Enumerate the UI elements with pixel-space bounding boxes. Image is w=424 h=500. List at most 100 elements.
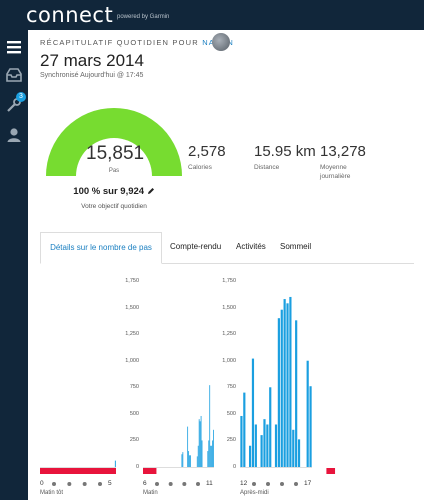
step-bar [190,455,191,467]
step-bar [209,385,211,467]
y-tick-label: 1,000 [222,357,236,364]
page-title: 27 mars 2014 [40,51,144,70]
step-bar [201,440,203,467]
notification-badge: 3 [16,92,26,102]
step-bar [114,460,116,467]
logo-tagline: powered by Garmin [117,14,170,20]
step-bar [207,451,209,467]
stat-calories: 2,578 Calories [188,143,226,172]
panel-name: Après-midi [240,490,269,496]
step-bar [188,451,190,467]
step-bar [196,456,198,467]
step-bar [292,429,295,467]
time-dot [155,482,159,486]
gauge-fill [46,107,182,176]
tab-bar: Détails sur le nombre de pas Compte-rend… [40,232,414,264]
time-dot [98,482,102,486]
step-bar [199,421,201,467]
step-bar [254,424,257,467]
y-tick-label: 1,500 [222,304,236,311]
goal-percent[interactable]: 100 % sur 9,924 [44,186,184,197]
inbox-icon[interactable] [5,66,23,84]
stat-value: 2,578 [188,143,226,160]
goal-text: 100 % sur 9,924 [73,186,145,197]
step-bar [277,318,280,467]
time-dot [280,482,284,486]
steps-unit: Pas [108,168,120,174]
inactivity-bar [326,468,336,474]
stat-daily-average: 13,278 Moyenne journalière [320,143,370,181]
connect-logo[interactable]: connect [26,3,113,27]
y-tick-label: 500 [129,410,139,417]
y-tick-label: 500 [226,410,236,417]
step-bar [274,424,278,467]
y-tick-label: 750 [226,384,236,391]
stat-value: 15.95 km [254,143,316,160]
step-bar [208,440,210,467]
stat-label: Moyenne journalière [320,164,351,180]
stat-distance: 15.95 km Distance [254,143,316,172]
step-bar [266,424,269,467]
x-tick-label: 0 [40,480,44,487]
x-tick-label: 12 [240,480,248,487]
panel-name: Matin tôt [40,490,64,496]
step-bar [280,309,283,467]
step-bar [197,445,199,467]
step-bar [181,454,183,467]
tab-activities[interactable]: Activités [236,232,266,264]
x-tick-label: 11 [206,480,213,487]
stat-label: Distance [254,164,280,171]
step-bar [269,387,272,467]
y-tick-label: 250 [129,437,139,444]
pencil-icon[interactable] [147,187,155,195]
menu-icon[interactable] [5,38,23,56]
time-dot [67,482,72,486]
x-tick-label: 17 [304,480,312,487]
inactivity-bar [143,468,157,474]
step-bar [263,419,266,467]
time-dot [196,482,200,486]
time-dot [266,482,270,486]
time-dot [52,482,56,486]
step-bar [251,358,255,467]
step-bar [260,435,263,467]
y-tick-label: 1,250 [222,331,236,338]
steps-chart [40,296,336,486]
y-tick-label: 1,750 [125,278,139,284]
y-tick-label: 1,000 [125,357,139,364]
time-dot [294,482,298,486]
tab-report[interactable]: Compte-rendu [170,232,221,264]
subtitle-prefix: RÉCAPITULATIF QUOTIDIEN POUR [40,38,199,47]
step-bar [289,296,292,467]
time-dot [252,482,256,486]
step-bar [212,440,213,467]
avatar[interactable] [212,33,230,51]
y-tick-label: 1,750 [222,278,236,284]
step-bar [200,415,202,467]
step-bar [240,415,243,467]
stat-value: 13,278 [320,143,366,160]
step-bar [213,429,214,467]
top-bar: connect powered by Garmin [0,0,424,30]
time-dot [82,482,87,486]
page-subtitle: RÉCAPITULATIF QUOTIDIEN POUR NAKAN [40,38,234,47]
y-tick-label: 750 [129,384,139,391]
step-bar [309,386,312,467]
step-bar [295,320,298,467]
step-bar [210,445,212,467]
inactivity-bar [40,468,116,474]
step-bar [243,392,246,467]
step-bar [187,426,189,467]
step-bar [286,303,289,467]
y-tick-label: 250 [226,437,236,444]
step-bar [189,455,190,467]
step-bar [211,445,213,467]
step-bar [182,452,184,467]
step-bar [283,299,286,467]
user-icon[interactable] [5,126,23,144]
y-tick-label: 1,250 [125,331,139,338]
tab-step-details[interactable]: Détails sur le nombre de pas [40,232,162,264]
sync-status: Synchronisé Aujourd'hui @ 17:45 [40,72,144,79]
goal-label: Votre objectif quotidien [81,203,147,210]
tab-sleep[interactable]: Sommeil [280,232,311,264]
